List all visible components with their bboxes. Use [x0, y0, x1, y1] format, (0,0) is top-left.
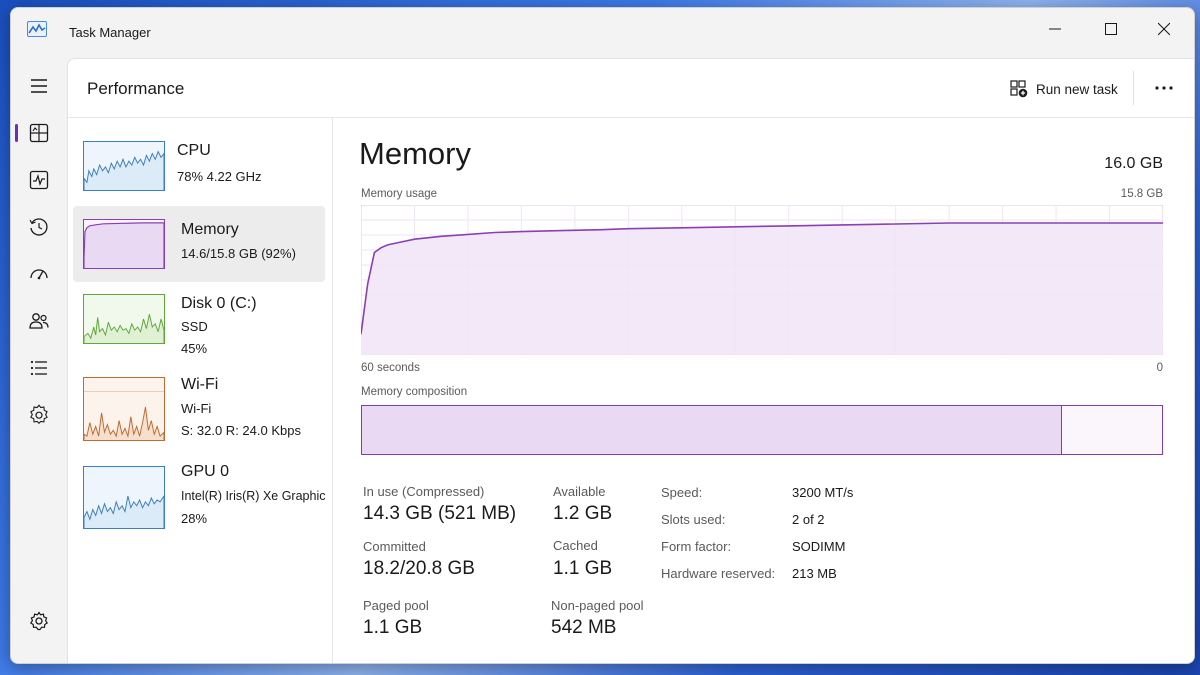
- more-options-icon[interactable]: [1150, 79, 1178, 97]
- hardware-reserved-label: Hardware reserved:: [661, 566, 776, 581]
- committed-value: 18.2/20.8 GB: [363, 558, 475, 579]
- settings-icon[interactable]: [27, 609, 51, 633]
- task-manager-window: Task Manager Performance Run new task CP…: [10, 7, 1195, 664]
- main-content: Performance Run new task CPU 78% 4.22 GH…: [67, 58, 1194, 663]
- navigation-rail: [11, 56, 67, 663]
- disk-name: Disk 0 (C:): [181, 295, 257, 312]
- startup-gauge-icon[interactable]: [27, 262, 51, 286]
- hamburger-icon[interactable]: [27, 74, 51, 98]
- speed-value: 3200 MT/s: [792, 485, 854, 500]
- app-history-icon[interactable]: [27, 168, 51, 192]
- gpu-model: Intel(R) Iris(R) Xe Graphics: [181, 489, 325, 503]
- users-icon[interactable]: [27, 309, 51, 333]
- non-paged-pool-value: 542 MB: [551, 617, 617, 638]
- memory-composition-label: Memory composition: [361, 386, 468, 398]
- slots-used-label: Slots used:: [661, 512, 726, 527]
- gpu-name: GPU 0: [181, 463, 230, 480]
- window-title: Task Manager: [69, 25, 151, 40]
- wifi-thumbnail-graph: [83, 377, 165, 441]
- speed-label: Speed:: [661, 485, 703, 500]
- page-header: Performance Run new task: [68, 59, 1194, 118]
- title-bar: Task Manager: [11, 8, 1194, 56]
- performance-sidebar: CPU 78% 4.22 GHz Memory 14.6/15.8 GB (92…: [68, 118, 333, 663]
- services-icon[interactable]: [27, 403, 51, 427]
- memory-composition-bar: [361, 405, 1163, 455]
- time-axis-left-label: 60 seconds: [361, 362, 420, 374]
- slots-used-value: 2 of 2: [792, 512, 825, 527]
- available-value: 1.2 GB: [553, 503, 613, 524]
- cached-label: Cached: [553, 538, 598, 553]
- hardware-reserved-value: 213 MB: [792, 566, 837, 581]
- gpu-usage: 28%: [181, 511, 208, 526]
- memory-title: Memory: [359, 136, 471, 171]
- memory-detail-panel: Memory 16.0 GB Memory usage 15.8 GB 60 s…: [333, 118, 1194, 663]
- memory-detail: 14.6/15.8 GB (92%): [181, 246, 296, 261]
- disk-usage: 45%: [181, 341, 208, 356]
- close-icon: [1158, 22, 1170, 36]
- run-new-task-label: Run new task: [1036, 81, 1118, 97]
- memory-usage-graph: [361, 205, 1163, 355]
- available-label: Available: [553, 484, 606, 499]
- minimize-icon: [1049, 28, 1061, 30]
- wifi-throughput: S: 32.0 R: 24.0 Kbps: [181, 423, 301, 438]
- paged-pool-value: 1.1 GB: [363, 617, 423, 638]
- run-new-task-button[interactable]: Run new task: [1010, 78, 1118, 100]
- time-axis-right-label: 0: [1156, 362, 1163, 374]
- maximize-button[interactable]: [1097, 18, 1125, 40]
- form-factor-value: SODIMM: [792, 539, 846, 554]
- form-factor-label: Form factor:: [661, 539, 732, 554]
- memory-total: 16.0 GB: [1104, 155, 1163, 172]
- run-new-task-icon: [1010, 80, 1028, 98]
- page-title: Performance: [87, 79, 185, 98]
- memory-name: Memory: [181, 221, 239, 238]
- memory-usage-label: Memory usage: [361, 188, 438, 200]
- startup-apps-icon[interactable]: [27, 215, 51, 239]
- maximize-icon: [1105, 23, 1117, 35]
- memory-thumbnail-graph: [83, 219, 165, 269]
- cached-value: 1.1 GB: [553, 558, 613, 579]
- paged-pool-label: Paged pool: [363, 598, 429, 613]
- sidebar-item-disk[interactable]: Disk 0 (C:) SSD 45%: [73, 284, 325, 360]
- memory-usage-max: 15.8 GB: [1120, 188, 1163, 200]
- sidebar-item-cpu[interactable]: CPU 78% 4.22 GHz: [73, 128, 325, 204]
- non-paged-pool-label: Non-paged pool: [551, 598, 644, 613]
- sidebar-item-wifi[interactable]: Wi-Fi Wi-Fi S: 32.0 R: 24.0 Kbps: [73, 372, 325, 448]
- cpu-name: CPU: [177, 142, 211, 159]
- cpu-thumbnail-graph: [83, 141, 165, 191]
- committed-label: Committed: [363, 539, 426, 554]
- wifi-adapter: Wi-Fi: [181, 401, 212, 416]
- sidebar-item-gpu[interactable]: GPU 0 Intel(R) Iris(R) Xe Graphics 28%: [73, 458, 325, 534]
- wifi-name: Wi-Fi: [181, 376, 219, 393]
- close-button[interactable]: [1150, 18, 1178, 40]
- details-icon[interactable]: [27, 356, 51, 380]
- disk-thumbnail-graph: [83, 294, 165, 344]
- header-separator: [1133, 71, 1134, 105]
- minimize-button[interactable]: [1041, 18, 1069, 40]
- disk-type: SSD: [181, 319, 208, 334]
- sidebar-item-memory[interactable]: Memory 14.6/15.8 GB (92%): [73, 206, 325, 282]
- task-manager-app-icon: [27, 21, 47, 37]
- cpu-detail: 78% 4.22 GHz: [177, 169, 262, 184]
- in-use-label: In use (Compressed): [363, 484, 485, 499]
- nav-active-indicator: [15, 124, 18, 142]
- memory-usage-area: [361, 223, 1163, 355]
- gpu-thumbnail-graph: [83, 466, 165, 529]
- composition-in-use-segment: [362, 406, 1062, 454]
- performance-icon[interactable]: [27, 121, 51, 145]
- in-use-value: 14.3 GB (521 MB): [363, 503, 517, 524]
